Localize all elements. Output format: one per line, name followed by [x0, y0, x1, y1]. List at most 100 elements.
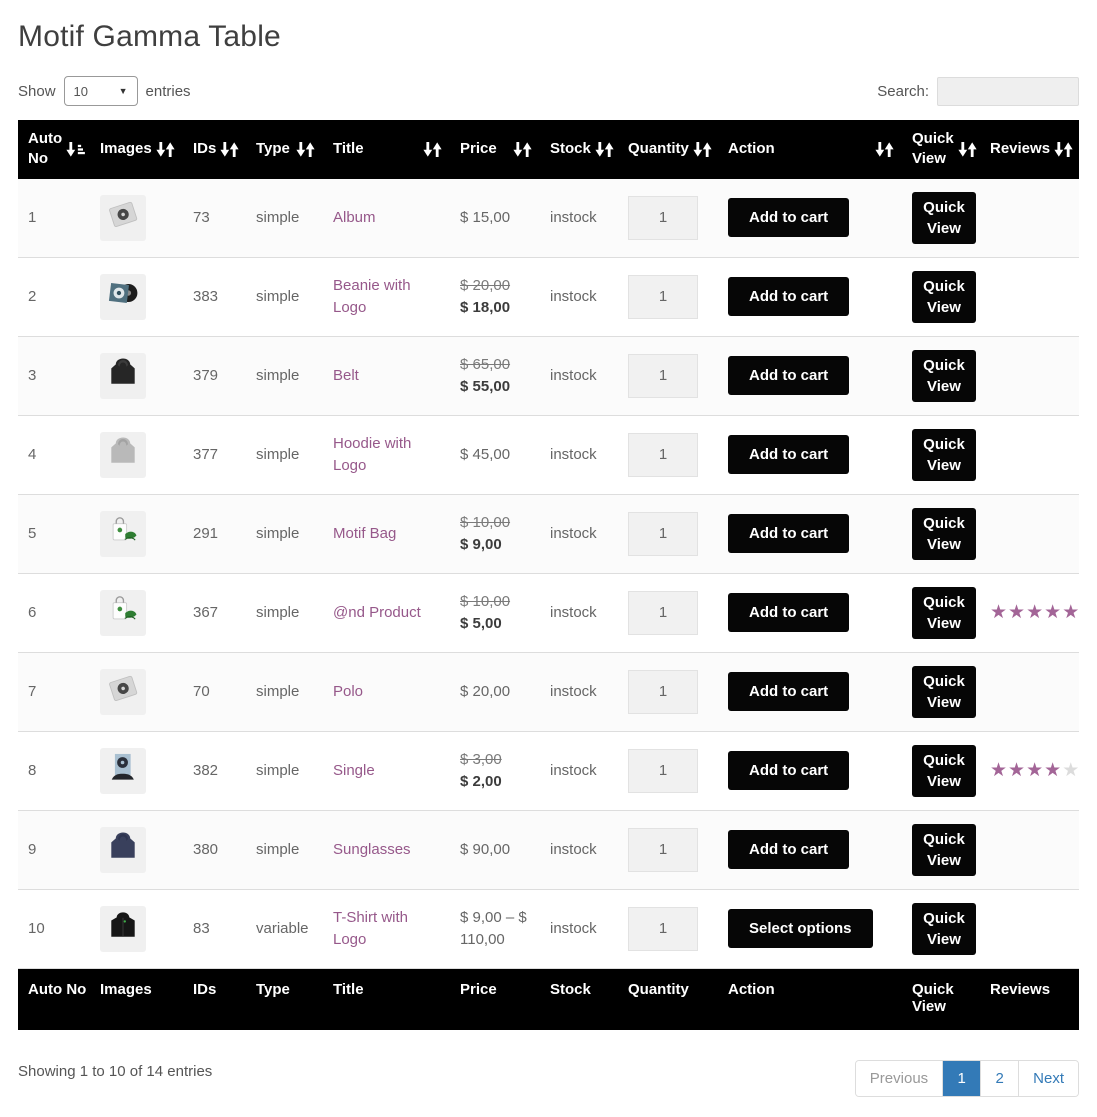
- column-header-ids[interactable]: IDs: [183, 120, 246, 179]
- star-filled-icon: ★: [1008, 759, 1027, 781]
- product-title-link[interactable]: Polo: [333, 683, 363, 700]
- cell-product-type: variable: [246, 889, 323, 969]
- product-title-link[interactable]: Belt: [333, 367, 359, 384]
- auto-no-value: 3: [28, 366, 37, 384]
- quick-view-button[interactable]: Quick View: [912, 507, 976, 560]
- column-header-label: Action: [728, 140, 775, 158]
- quantity-input[interactable]: [628, 511, 698, 556]
- previous-page-button[interactable]: Previous: [855, 1061, 943, 1096]
- table-row: 5 291 simple Motif Bag $ 10,00 $ 9,00 instock A…: [18, 494, 1079, 574]
- add-to-cart-button[interactable]: Add to cart: [728, 593, 850, 632]
- add-to-cart-button[interactable]: Add to cart: [728, 514, 850, 553]
- column-header-type[interactable]: Type: [246, 120, 323, 179]
- add-to-cart-button[interactable]: Add to cart: [728, 435, 850, 474]
- quantity-input[interactable]: [628, 748, 698, 793]
- cell-quantity: [618, 810, 718, 890]
- table-controls: Show 10 ▼ entries Search:: [18, 76, 1079, 106]
- product-thumbnail[interactable]: [100, 431, 146, 478]
- cell-product-title: Sunglasses: [323, 810, 450, 890]
- cell-stock: instock: [540, 336, 618, 416]
- cell-price: $ 90,00: [450, 810, 540, 890]
- quantity-input[interactable]: [628, 827, 698, 872]
- product-title-link[interactable]: Single: [333, 762, 375, 779]
- page-length-select[interactable]: 10 ▼: [63, 76, 138, 106]
- footer-column-header-reviews: Reviews: [980, 968, 1079, 1030]
- product-thumbnail[interactable]: [100, 826, 146, 873]
- add-to-cart-button[interactable]: Add to cart: [728, 751, 850, 790]
- product-title-link[interactable]: T-Shirt with Logo: [333, 909, 408, 948]
- column-header-title[interactable]: Title: [323, 120, 450, 179]
- cell-price: $ 10,00 $ 9,00: [450, 494, 540, 574]
- column-header-action[interactable]: Action: [718, 120, 902, 179]
- page-button-2[interactable]: 2: [980, 1061, 1019, 1096]
- product-title-link[interactable]: Album: [333, 209, 376, 226]
- column-header-label: Price: [460, 140, 497, 158]
- product-title-link[interactable]: Beanie with Logo: [333, 277, 411, 316]
- column-header-reviews[interactable]: Reviews: [980, 120, 1079, 179]
- cell-product-id: 70: [183, 652, 246, 732]
- cell-quick-view: Quick View: [902, 257, 980, 337]
- quick-view-button[interactable]: Quick View: [912, 586, 976, 639]
- quantity-input[interactable]: [628, 906, 698, 951]
- quantity-input[interactable]: [628, 432, 698, 477]
- product-thumbnail[interactable]: [100, 668, 146, 715]
- product-thumbnail[interactable]: [100, 589, 146, 636]
- quick-view-button[interactable]: Quick View: [912, 665, 976, 718]
- quantity-input[interactable]: [628, 590, 698, 635]
- quick-view-button[interactable]: Quick View: [912, 191, 976, 244]
- quantity-input[interactable]: [628, 195, 698, 240]
- quantity-input[interactable]: [628, 669, 698, 714]
- quick-view-button[interactable]: Quick View: [912, 428, 976, 481]
- products-table: Auto No Images IDs Type Title Price Stock Quant…: [18, 120, 1079, 1030]
- column-header-quick-view[interactable]: Quick View: [902, 120, 980, 179]
- column-header-label: Quantity: [628, 140, 689, 158]
- column-header-stock[interactable]: Stock: [540, 120, 618, 179]
- quick-view-button[interactable]: Quick View: [912, 902, 976, 955]
- select-options-button[interactable]: Select options: [728, 909, 873, 948]
- column-header-auto-no[interactable]: Auto No: [18, 120, 90, 179]
- add-to-cart-button[interactable]: Add to cart: [728, 277, 850, 316]
- quick-view-button[interactable]: Quick View: [912, 349, 976, 402]
- cell-reviews: [980, 257, 1079, 337]
- quantity-input[interactable]: [628, 274, 698, 319]
- cell-product-id: 73: [183, 178, 246, 258]
- cell-auto-no: 4: [18, 415, 90, 495]
- cell-auto-no: 6: [18, 573, 90, 653]
- product-title-link[interactable]: Hoodie with Logo: [333, 435, 411, 474]
- auto-no-value: 2: [28, 287, 37, 305]
- add-to-cart-button[interactable]: Add to cart: [728, 198, 850, 237]
- product-thumbnail[interactable]: [100, 510, 146, 557]
- product-thumbnail[interactable]: [100, 194, 146, 241]
- column-header-price[interactable]: Price: [450, 120, 540, 179]
- search-input[interactable]: [937, 76, 1079, 106]
- product-thumbnail[interactable]: [100, 905, 146, 952]
- search-control: Search:: [877, 76, 1079, 106]
- cell-stock: instock: [540, 257, 618, 337]
- add-to-cart-button[interactable]: Add to cart: [728, 356, 850, 395]
- product-thumbnail[interactable]: [100, 273, 146, 320]
- page-button-1[interactable]: 1: [942, 1061, 981, 1096]
- add-to-cart-button[interactable]: Add to cart: [728, 672, 850, 711]
- cell-auto-no: 7: [18, 652, 90, 732]
- single-blue-icon: [105, 749, 141, 792]
- sort-both-icon: [1054, 141, 1073, 157]
- quick-view-button[interactable]: Quick View: [912, 270, 976, 323]
- product-title-link[interactable]: Sunglasses: [333, 841, 411, 858]
- next-page-button[interactable]: Next: [1018, 1061, 1078, 1096]
- column-header-images[interactable]: Images: [90, 120, 183, 179]
- quantity-input[interactable]: [628, 353, 698, 398]
- product-id-value: 70: [193, 682, 210, 700]
- add-to-cart-button[interactable]: Add to cart: [728, 830, 850, 869]
- column-header-quantity[interactable]: Quantity: [618, 120, 718, 179]
- product-thumbnail[interactable]: [100, 352, 146, 399]
- product-title-link[interactable]: @nd Product: [333, 604, 421, 621]
- sort-asc-icon: [66, 141, 86, 157]
- cell-reviews: [980, 810, 1079, 890]
- star-filled-icon: ★: [1044, 759, 1063, 781]
- cell-action: Select options: [718, 889, 902, 969]
- stock-status: instock: [550, 366, 597, 384]
- product-thumbnail[interactable]: [100, 747, 146, 794]
- product-title-link[interactable]: Motif Bag: [333, 525, 396, 542]
- quick-view-button[interactable]: Quick View: [912, 744, 976, 797]
- quick-view-button[interactable]: Quick View: [912, 823, 976, 876]
